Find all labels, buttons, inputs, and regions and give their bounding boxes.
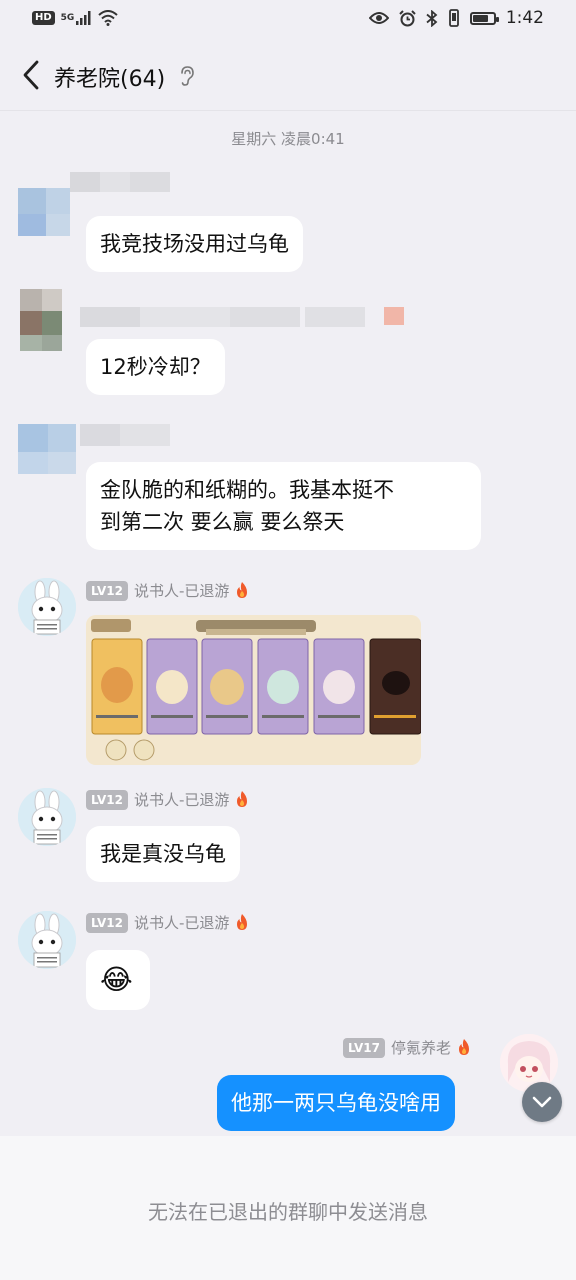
- chevron-left-icon[interactable]: [18, 58, 48, 92]
- message-bubble[interactable]: 金队脆的和纸糊的。我基本挺不 到第二次 要么赢 要么祭天: [86, 462, 481, 550]
- level-badge: LV12: [86, 789, 128, 810]
- bunny-avatar-icon: [18, 578, 76, 636]
- message-text: 我是真没乌龟: [100, 842, 226, 866]
- ear-icon[interactable]: [178, 65, 196, 87]
- my-message-bubble[interactable]: 他那一两只乌龟没啥用: [217, 1075, 455, 1131]
- avatar[interactable]: [18, 911, 76, 969]
- message-text: 12秒冷却？: [100, 355, 211, 379]
- bunny-avatar-icon: [18, 788, 76, 846]
- flame-icon: [237, 582, 248, 598]
- bunny-avatar-icon: [18, 911, 76, 969]
- flame-icon: [237, 914, 248, 930]
- scroll-to-bottom-button[interactable]: [522, 1082, 562, 1122]
- battery-icon: [469, 11, 499, 25]
- chevron-down-icon: [532, 1096, 552, 1108]
- game-screenshot-image[interactable]: [86, 615, 421, 765]
- flame-icon: [459, 1039, 469, 1055]
- wifi-icon: [98, 10, 118, 26]
- hd-icon: HD: [32, 11, 55, 25]
- my-sender-info: LV17 停氪养老: [343, 1037, 471, 1058]
- avatar[interactable]: [18, 788, 76, 846]
- group-title[interactable]: 养老院(64): [54, 61, 165, 93]
- chat-header: 养老院(64): [0, 40, 576, 111]
- sender-name[interactable]: 说书人-已退游: [134, 580, 229, 601]
- clock: 1:42: [505, 8, 544, 28]
- sender-info: LV12 说书人-已退游: [86, 912, 249, 933]
- sender-info: LV12 说书人-已退游: [86, 580, 249, 601]
- chat-timestamp: 星期六 凌晨0:41: [231, 130, 345, 148]
- sender-name[interactable]: 停氪养老: [391, 1037, 451, 1058]
- cannot-send-notice: 无法在已退出的群聊中发送消息: [148, 1200, 428, 1224]
- message-text-line: 金队脆的和纸糊的。我基本挺不: [100, 478, 394, 502]
- bluetooth-icon: [426, 9, 438, 27]
- message-text: 他那一两只乌龟没啥用: [231, 1091, 441, 1115]
- vibrate-icon: [448, 9, 459, 27]
- status-bar: HD 5G 1:42: [0, 0, 576, 40]
- network-type: 5G: [60, 12, 75, 23]
- flame-icon: [237, 791, 248, 807]
- message-bubble[interactable]: 我竞技场没用过乌龟: [86, 216, 303, 272]
- eye-icon: [368, 12, 389, 24]
- message-text-line: 到第二次 要么赢 要么祭天: [100, 510, 345, 534]
- laughing-emoji: 😂: [100, 963, 133, 996]
- level-badge: LV17: [343, 1037, 385, 1058]
- sender-name[interactable]: 说书人-已退游: [134, 789, 229, 810]
- alarm-icon: [399, 9, 416, 26]
- signal-icon: [76, 11, 91, 25]
- input-disabled-footer: 无法在已退出的群聊中发送消息: [0, 1136, 576, 1280]
- message-text: 我竞技场没用过乌龟: [100, 232, 289, 256]
- avatar[interactable]: [18, 578, 76, 636]
- level-badge: LV12: [86, 912, 128, 933]
- message-bubble[interactable]: 12秒冷却？: [86, 339, 225, 395]
- message-bubble[interactable]: 😂: [86, 950, 150, 1010]
- message-bubble[interactable]: 我是真没乌龟: [86, 826, 240, 882]
- battery-fill: [472, 14, 488, 22]
- sender-name[interactable]: 说书人-已退游: [134, 912, 229, 933]
- sender-info: LV12 说书人-已退游: [86, 789, 249, 810]
- level-badge: LV12: [86, 580, 128, 601]
